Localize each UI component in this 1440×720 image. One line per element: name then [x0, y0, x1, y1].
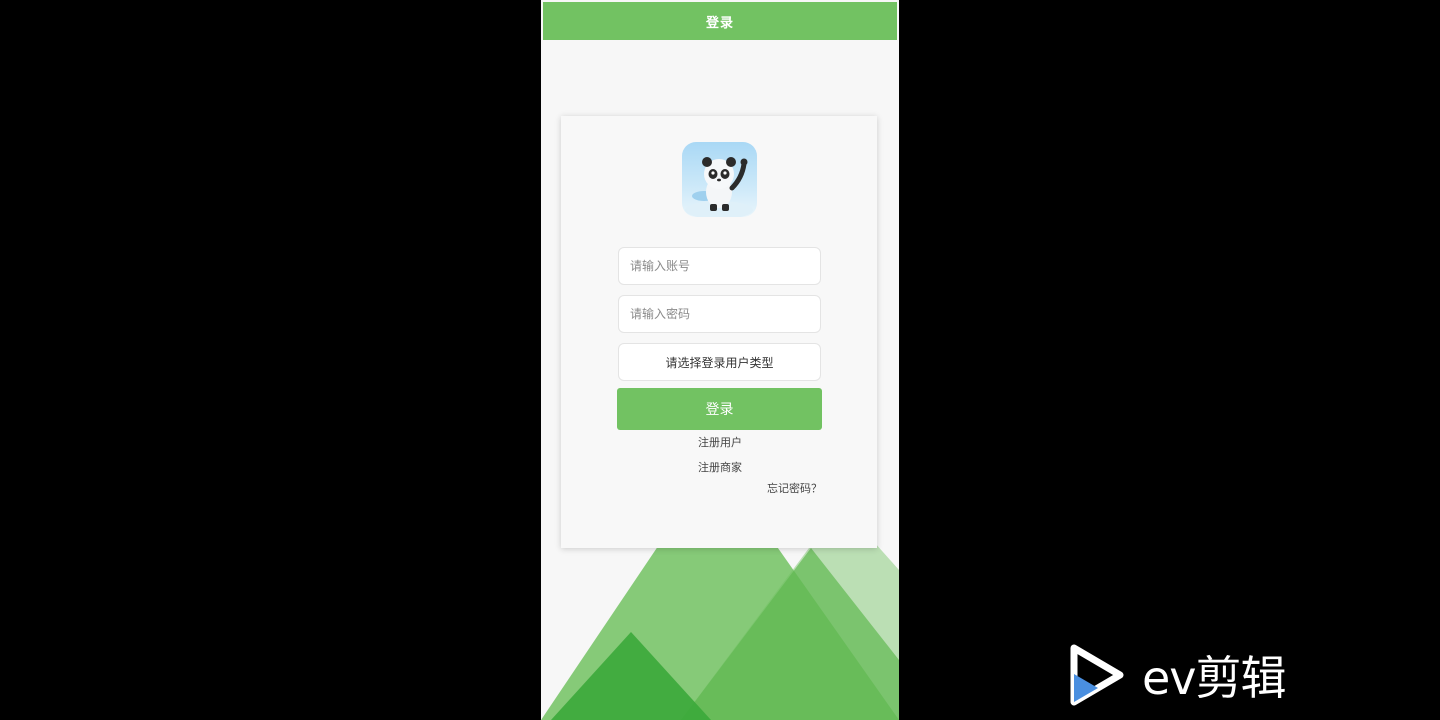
forgot-password-link[interactable]: 忘记密码？ [767, 480, 822, 496]
account-field[interactable] [618, 247, 821, 285]
play-logo-icon [1070, 644, 1124, 706]
panda-mascot-icon [685, 157, 753, 217]
password-field[interactable] [618, 295, 821, 333]
login-button[interactable]: 登录 [617, 388, 822, 430]
page-title: 登录 [705, 15, 734, 31]
login-button-label: 登录 [705, 402, 734, 418]
login-card: 请选择登录用户类型 登录 注册用户 注册商家 忘记密码？ [561, 116, 877, 548]
password-input[interactable] [630, 307, 820, 321]
user-type-select[interactable]: 请选择登录用户类型 [618, 343, 821, 381]
account-input[interactable] [630, 259, 820, 273]
ev-watermark: ev剪辑 [1068, 642, 1287, 708]
app-logo-avatar [682, 142, 757, 217]
watermark-text: ev剪辑 [1142, 651, 1287, 705]
phone-screen: 登录 请输入账号 请选择登录用户类型 登录 注册用户 注册商家 忘记密码？ [541, 0, 899, 720]
nav-bar: 登录 [543, 2, 897, 40]
user-type-select-label: 请选择登录用户类型 [665, 355, 774, 370]
register-merchant-link[interactable]: 注册商家 [698, 459, 742, 475]
register-user-link[interactable]: 注册用户 [698, 434, 742, 450]
